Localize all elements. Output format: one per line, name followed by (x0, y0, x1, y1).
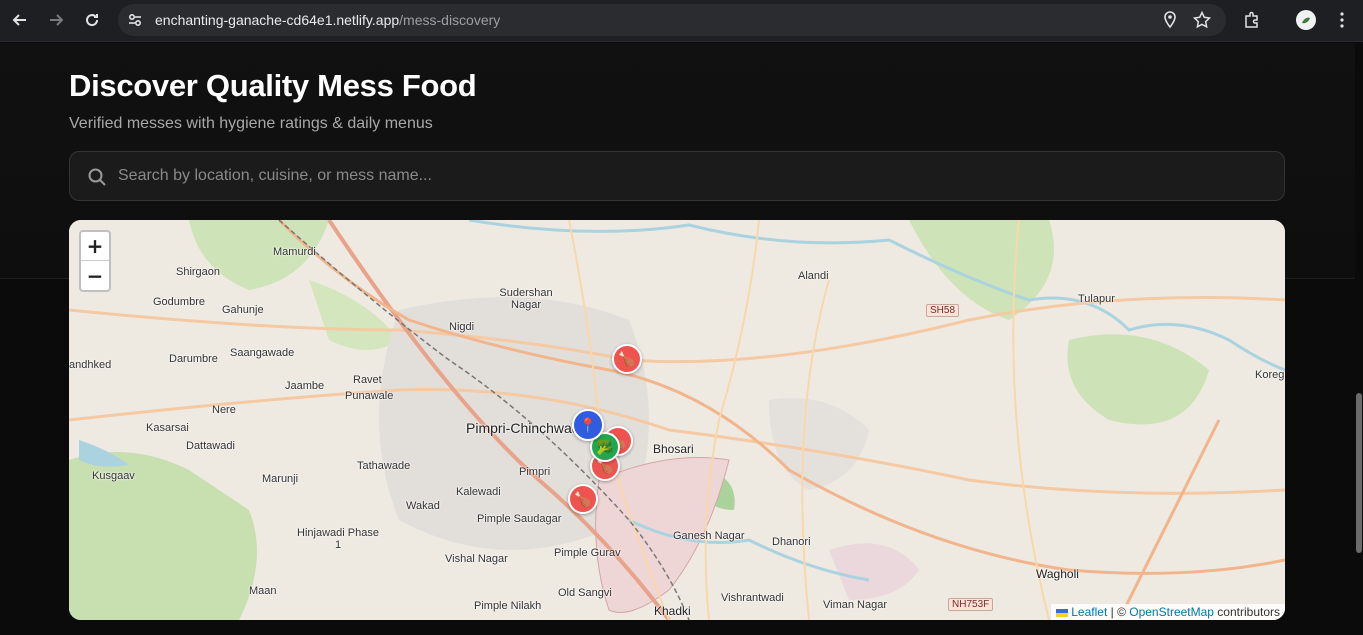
mess-marker[interactable]: 🍗 (568, 484, 598, 514)
food-icon: 🍗 (618, 350, 636, 367)
place-label: Kasarsai (146, 422, 189, 434)
place-label: Koregaon (1255, 369, 1285, 381)
place-label: Vishal Nagar (445, 553, 508, 565)
place-label: Nere (212, 404, 236, 416)
map[interactable]: Mamurdi Shirgaon Godumbre Gahunje Suders… (69, 220, 1285, 620)
map-attribution: Leaflet | © OpenStreetMap contributors (1051, 604, 1285, 620)
search-input[interactable] (118, 167, 1218, 185)
osm-link[interactable]: OpenStreetMap (1129, 605, 1214, 619)
extensions-icon[interactable] (1240, 8, 1264, 32)
place-label: Darumbre (169, 353, 218, 365)
place-label: Pimple Saudagar (477, 513, 562, 525)
menu-kebab-icon[interactable] (1330, 8, 1354, 32)
user-location-marker[interactable]: 📍 (572, 409, 604, 441)
scrollbar-thumb[interactable] (1356, 393, 1362, 553)
place-label: Hinjawadi Phase 1 (297, 527, 379, 551)
map-tiles (69, 220, 1285, 620)
pin-icon: 📍 (579, 416, 597, 433)
attribution-separator: | © (1107, 605, 1130, 619)
place-label: Dhanori (772, 536, 811, 548)
place-label: Kusgaav (92, 470, 135, 482)
place-label: Tathawade (357, 460, 411, 472)
road-shield: SH58 (926, 304, 960, 317)
mess-marker[interactable]: 🍗 (612, 344, 642, 374)
place-label: Kalewadi (456, 486, 501, 498)
url-host: enchanting-ganache-cd64e1.netlify.app (155, 12, 400, 28)
place-label: Shirgaon (176, 266, 221, 278)
place-label: Mamurdi (273, 246, 316, 258)
url-path: /mess-discovery (399, 12, 501, 28)
place-label: Ganesh Nagar (673, 530, 745, 542)
place-label: Gahunje (222, 304, 264, 316)
profile-avatar[interactable] (1294, 8, 1318, 32)
place-label: Nigdi (449, 321, 475, 333)
place-label: Bhosari (653, 442, 694, 456)
food-icon: 🍗 (574, 490, 592, 507)
bookmark-star-icon[interactable] (1190, 8, 1214, 32)
place-label: Marunji (262, 473, 299, 485)
place-label: Pimpri (519, 466, 551, 478)
zoom-control: + − (79, 230, 111, 292)
place-label: Alandi (798, 270, 829, 282)
place-label: Pimple Nilakh (474, 600, 542, 612)
reload-icon[interactable] (80, 8, 104, 32)
search-box[interactable] (69, 151, 1285, 201)
place-label: Dattawadi (186, 440, 235, 452)
place-label: Vishrantwadi (721, 592, 784, 604)
site-settings-icon[interactable] (126, 11, 144, 29)
place-label: Godumbre (153, 296, 205, 308)
place-label: Pimple Gurav (554, 547, 621, 559)
browser-toolbar: enchanting-ganache-cd64e1.netlify.app/me… (0, 0, 1363, 42)
place-label: Pimpri-Chinchwad (466, 420, 580, 436)
place-label: Tulapur (1078, 293, 1115, 305)
leaflet-link[interactable]: Leaflet (1071, 605, 1107, 619)
place-label: Khadki (654, 604, 691, 618)
place-label: Wagholi (1036, 567, 1079, 581)
place-label: Jaambe (285, 380, 325, 392)
ukraine-flag-icon (1056, 608, 1069, 617)
address-bar[interactable]: enchanting-ganache-cd64e1.netlify.app/me… (118, 4, 1226, 36)
location-icon[interactable] (1158, 8, 1182, 32)
search-icon (88, 168, 106, 186)
zoom-in-button[interactable]: + (81, 232, 109, 261)
place-label: Sudershan Nagar (499, 287, 553, 311)
road-shield: NH753F (948, 598, 994, 611)
place-label: Saangawade (230, 347, 295, 359)
place-label: Punawale (345, 390, 394, 402)
back-icon[interactable] (8, 8, 32, 32)
place-label: andhked (69, 359, 112, 371)
attribution-suffix: contributors (1213, 605, 1280, 619)
forward-icon[interactable] (44, 8, 68, 32)
zoom-out-button[interactable]: − (81, 261, 109, 290)
page-subtitle: Verified messes with hygiene ratings & d… (69, 115, 433, 132)
page: Discover Quality Mess Food Verified mess… (0, 43, 1363, 635)
place-label: Ravet (353, 374, 382, 386)
place-label: Viman Nagar (823, 599, 887, 611)
place-label: Old Sangvi (558, 587, 612, 599)
page-title: Discover Quality Mess Food (69, 68, 477, 103)
place-label: Wakad (406, 500, 440, 512)
place-label: Maan (249, 585, 277, 597)
veg-icon: 🥦 (596, 438, 614, 455)
